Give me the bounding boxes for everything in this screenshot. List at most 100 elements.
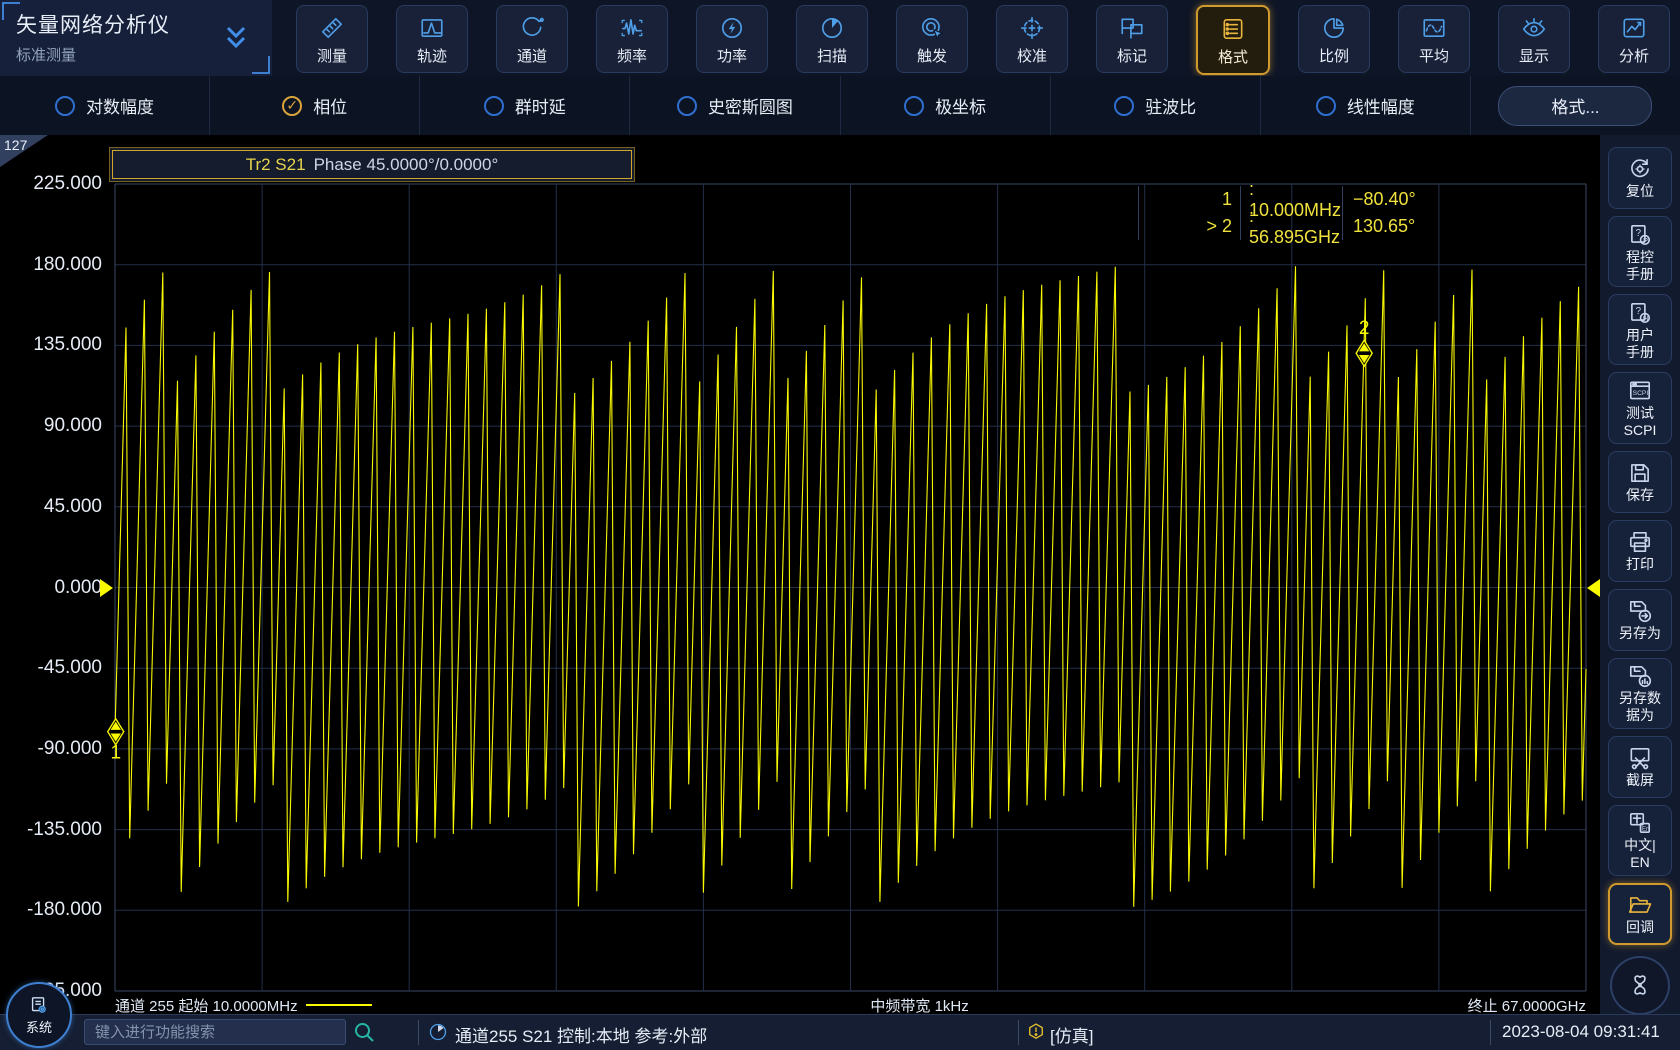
system-gear-doc-icon bbox=[28, 995, 50, 1017]
toolbar-button-label: 触发 bbox=[917, 45, 947, 66]
radio-icon bbox=[55, 96, 75, 116]
toolbar-button-measure-ruler[interactable]: 测量 bbox=[296, 5, 368, 73]
window-number-tag[interactable]: 127 bbox=[0, 135, 48, 167]
marker-1-label: 1 bbox=[110, 743, 121, 764]
format-option-label: 驻波比 bbox=[1145, 93, 1196, 118]
trace-name: Tr2 S21 bbox=[246, 155, 306, 175]
toolbar-button-label: 分析 bbox=[1619, 45, 1649, 66]
svg-text:SCPI: SCPI bbox=[1633, 390, 1649, 397]
format-option-6[interactable]: 驻波比 bbox=[1050, 76, 1260, 135]
sweep-start-label: 通道 255 起始 10.0000MHz bbox=[115, 995, 298, 1016]
system-button[interactable]: 系统 bbox=[6, 982, 72, 1048]
programming-manual-icon: ?P bbox=[1627, 222, 1653, 248]
format-option-label: 极坐标 bbox=[935, 93, 986, 118]
toolbar-button-display-eye[interactable]: 显示 bbox=[1498, 5, 1570, 73]
sidebar-button-save[interactable]: 保存 bbox=[1608, 451, 1672, 513]
trace-color-legend bbox=[306, 1004, 372, 1006]
sidebar-button-label: 测试 bbox=[1626, 405, 1654, 421]
toolbar-buttons: 测量轨迹 通道 频率功率扫描 触发 校准 标记格式比例 平均 显示分析 bbox=[296, 5, 1670, 75]
format-option-4[interactable]: 史密斯圆图 bbox=[629, 76, 839, 135]
toolbar-button-label: 通道 bbox=[517, 45, 547, 66]
sidebar-button-scpi-test[interactable]: SCPI测试SCPI bbox=[1608, 372, 1672, 443]
toolbar-button-sweep[interactable]: 扫描 bbox=[796, 5, 868, 73]
format-option-label: 线性幅度 bbox=[1347, 93, 1415, 118]
radio-icon bbox=[904, 96, 924, 116]
toolbar-button-trace[interactable]: 轨迹 bbox=[396, 5, 468, 73]
search-input[interactable] bbox=[84, 1019, 346, 1045]
format-option-7[interactable]: 线性幅度 bbox=[1260, 76, 1470, 135]
search-icon[interactable] bbox=[352, 1020, 376, 1044]
vna-application: 矢量网络分析仪 标准测量 测量轨迹 通道 频率功率扫描 触发 校准 标记格式比例 平均 显示分… bbox=[0, 0, 1680, 1050]
y-axis-tick-label: -135.000 bbox=[0, 819, 102, 841]
toolbar-button-marker-flag[interactable]: 标记 bbox=[1096, 5, 1168, 73]
simulation-warning-icon bbox=[1026, 1022, 1046, 1042]
toolbar-button-power[interactable]: 功率 bbox=[696, 5, 768, 73]
svg-text:H: H bbox=[1643, 314, 1648, 323]
radio-icon bbox=[484, 96, 504, 116]
svg-text:En: En bbox=[1642, 827, 1649, 833]
toolbar-button-label: 扫描 bbox=[817, 45, 847, 66]
toolbar-button-scale-pie[interactable]: 比例 bbox=[1298, 5, 1370, 73]
format-option-5[interactable]: 极坐标 bbox=[840, 76, 1050, 135]
sidebar-button-language[interactable]: En中文|EN bbox=[1608, 805, 1672, 876]
sidebar-button-reset[interactable]: 复位 bbox=[1608, 147, 1672, 209]
format-submenu: 对数幅度✓相位群时延史密斯圆图 极坐标 驻波比 线性幅度 格式... bbox=[0, 76, 1680, 135]
svg-text:P: P bbox=[1643, 235, 1648, 244]
marker-number: 1 bbox=[1138, 186, 1240, 213]
toolbar-button-channel[interactable]: 通道 bbox=[496, 5, 568, 73]
sidebar-button-screenshot[interactable]: 截屏 bbox=[1608, 736, 1672, 798]
toolbar-button-calibration[interactable]: 校准 bbox=[996, 5, 1068, 73]
sidebar-button-label: 手册 bbox=[1626, 266, 1654, 282]
toolbar-button-format-list[interactable]: 格式 bbox=[1196, 5, 1270, 75]
toolbar-button-analysis[interactable]: 分析 bbox=[1598, 5, 1670, 73]
status-bar: 系统 通道255 S21 控制:本地 参考:外部 [仿真] 2023-08-04… bbox=[0, 1014, 1680, 1050]
toolbar-button-label: 平均 bbox=[1419, 45, 1449, 66]
sidebar-button-recall-folder[interactable]: 回调 bbox=[1608, 883, 1672, 945]
format-option-3[interactable]: 群时延 bbox=[419, 76, 629, 135]
format-option-1[interactable]: 对数幅度 bbox=[0, 76, 209, 135]
marker-1-symbol[interactable]: 1 bbox=[108, 719, 124, 764]
sweep-progress-icon bbox=[428, 1022, 448, 1042]
sidebar-button-print[interactable]: 打印 bbox=[1608, 520, 1672, 582]
language-icon: En bbox=[1627, 810, 1653, 836]
sidebar-button-label: 打印 bbox=[1626, 556, 1654, 572]
scale-pie-icon bbox=[1321, 13, 1347, 43]
format-more-button[interactable]: 格式... bbox=[1498, 86, 1652, 126]
screenshot-icon bbox=[1627, 745, 1653, 771]
marker-2-symbol[interactable]: 2 bbox=[1356, 318, 1372, 366]
toolbar-button-trigger[interactable]: 触发 bbox=[896, 5, 968, 73]
chart-region: 127 Tr2 S21 Phase 45.0000°/0.0000° 225.0… bbox=[0, 135, 1600, 1015]
sidebar-button-save-as[interactable]: 另存为 bbox=[1608, 589, 1672, 651]
sidebar-button-label: 保存 bbox=[1626, 487, 1654, 503]
toolbar-button-frequency[interactable]: 频率 bbox=[596, 5, 668, 73]
top-toolbar: 矢量网络分析仪 标准测量 测量轨迹 通道 频率功率扫描 触发 校准 标记格式比例 平均 显示分… bbox=[0, 0, 1680, 76]
save-icon bbox=[1627, 460, 1653, 486]
title-block[interactable]: 矢量网络分析仪 标准测量 bbox=[0, 0, 272, 76]
calibration-icon bbox=[1019, 13, 1045, 43]
sidebar-button-label: EN bbox=[1630, 854, 1649, 870]
trace-header[interactable]: Tr2 S21 Phase 45.0000°/0.0000° bbox=[112, 150, 632, 179]
sidebar-button-label: 另存数 bbox=[1619, 690, 1661, 706]
sidebar-button-label: 据为 bbox=[1626, 707, 1654, 723]
y-axis-tick-label: -45.000 bbox=[0, 657, 102, 679]
reference-level-arrow-left[interactable] bbox=[100, 579, 113, 597]
trace-format-readout: Phase 45.0000°/0.0000° bbox=[314, 155, 499, 175]
radio-icon bbox=[1316, 96, 1336, 116]
toolbar-button-label: 比例 bbox=[1319, 45, 1349, 66]
sidebar-button-label: 回调 bbox=[1626, 919, 1654, 935]
sidebar-button-programming-manual[interactable]: ?P程控手册 bbox=[1608, 216, 1672, 287]
toolbar-button-label: 轨迹 bbox=[417, 45, 447, 66]
reference-level-arrow-right[interactable] bbox=[1587, 579, 1600, 597]
marker-number: > 2 bbox=[1138, 213, 1240, 240]
channel-icon bbox=[519, 13, 545, 43]
chevron-double-down-icon[interactable] bbox=[220, 20, 252, 54]
format-list-icon bbox=[1220, 14, 1246, 44]
toolbar-button-label: 校准 bbox=[1017, 45, 1047, 66]
shortcut-menu-button[interactable] bbox=[1610, 956, 1670, 1015]
sidebar-button-save-data-as[interactable]: 另存数据为 bbox=[1608, 658, 1672, 729]
app-subtitle: 标准测量 bbox=[16, 44, 76, 65]
shortcut-flower-icon bbox=[1627, 972, 1653, 998]
toolbar-button-average[interactable]: 平均 bbox=[1398, 5, 1470, 73]
format-option-2[interactable]: ✓相位 bbox=[209, 76, 419, 135]
sidebar-button-user-manual[interactable]: ?H用户手册 bbox=[1608, 294, 1672, 365]
